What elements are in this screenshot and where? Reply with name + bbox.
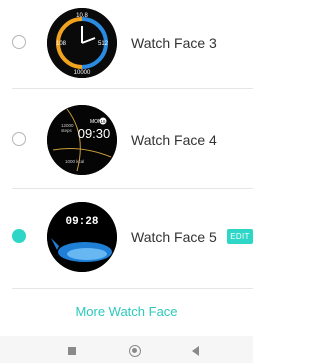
face4-calories: 1000 kcal — [65, 159, 84, 164]
face3-left-readout: 108 — [56, 41, 67, 47]
watch-face-5-preview[interactable]: 09:28 — [47, 202, 117, 272]
watch-face-5-label: Watch Face 5 — [131, 229, 217, 245]
face4-steps-unit: steps — [61, 128, 73, 133]
radio-watch-face-4[interactable] — [12, 132, 26, 146]
face3-top-readout: 10.8 — [76, 13, 88, 19]
face3-bottom-readout: 10000 — [74, 70, 91, 76]
watch-face-row-4[interactable]: 12000 steps MON 16 09:30 1000 kcal Watch… — [0, 92, 253, 188]
divider — [12, 288, 253, 289]
watch-face-3-preview[interactable]: 10.8 108 512 10000 — [47, 8, 117, 78]
watch-face-row-3[interactable]: 10.8 108 512 10000 Watch Face 3 — [0, 0, 253, 96]
divider — [12, 188, 253, 189]
watch-face-3-graphic: 10.8 108 512 10000 — [47, 8, 117, 78]
watch-face-4-preview[interactable]: 12000 steps MON 16 09:30 1000 kcal — [47, 105, 117, 175]
watch-face-4-label: Watch Face 4 — [131, 132, 217, 148]
face4-time: 09:30 — [78, 126, 111, 141]
more-watch-face-link[interactable]: More Watch Face — [0, 304, 253, 319]
triangle-back-icon[interactable] — [192, 346, 199, 356]
watch-face-3-label: Watch Face 3 — [131, 35, 217, 51]
square-recents-icon[interactable] — [68, 347, 76, 355]
divider — [12, 88, 253, 89]
face4-day: 16 — [100, 119, 106, 124]
watch-face-5-graphic: 09:28 — [47, 202, 117, 272]
system-nav-bar — [0, 336, 253, 363]
circle-home-icon[interactable] — [129, 345, 141, 357]
watch-face-row-5[interactable]: 09:28 Watch Face 5 EDIT — [0, 192, 253, 288]
radio-watch-face-3[interactable] — [12, 35, 26, 49]
watch-face-4-graphic: 12000 steps MON 16 09:30 1000 kcal — [47, 105, 117, 175]
face3-right-readout: 512 — [98, 41, 109, 47]
radio-watch-face-5[interactable] — [12, 229, 26, 243]
edit-button[interactable]: EDIT — [227, 229, 253, 244]
face5-time: 09:28 — [65, 216, 98, 228]
